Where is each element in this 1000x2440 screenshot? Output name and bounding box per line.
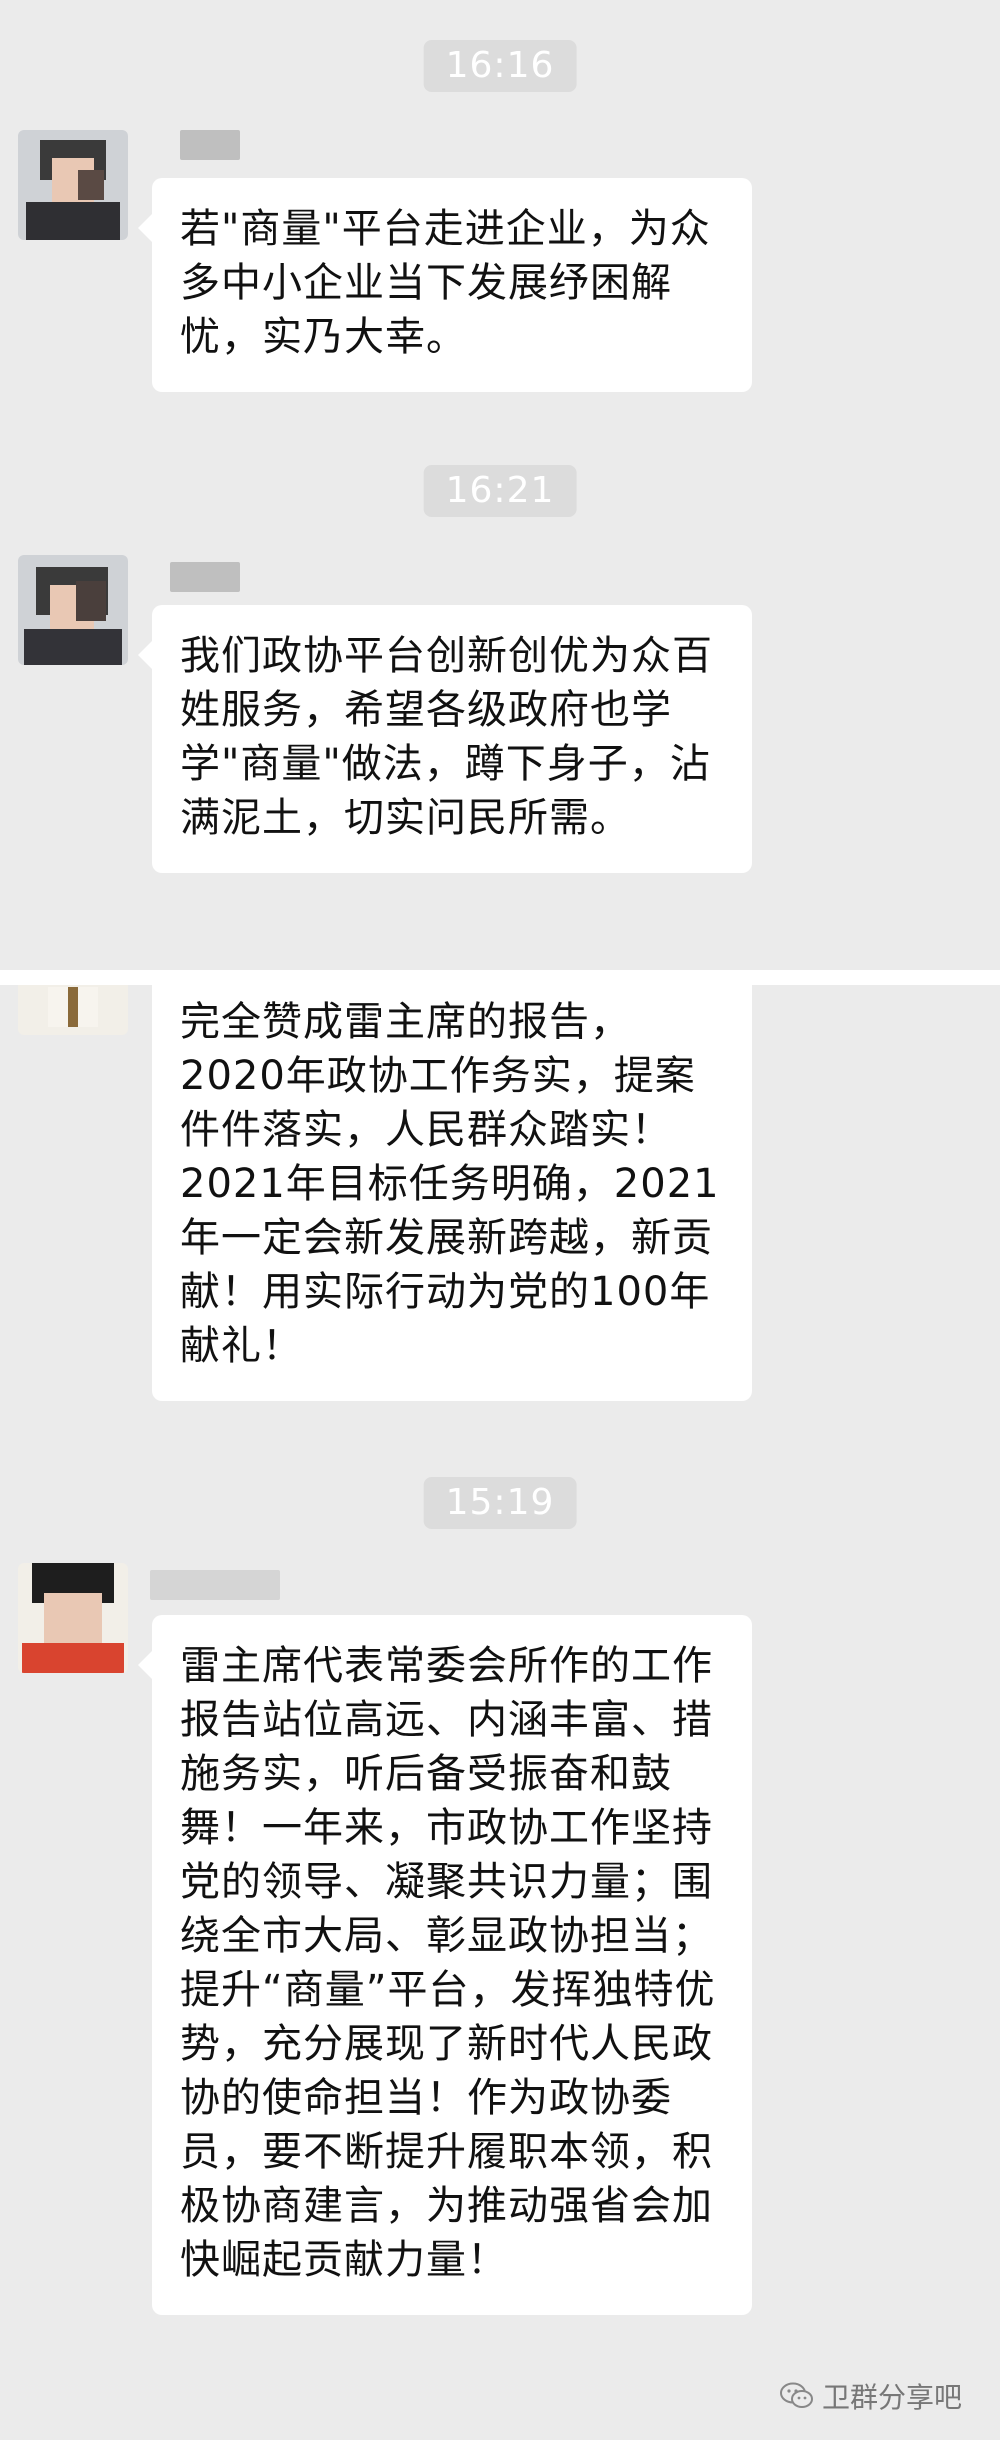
message-timestamp: 15:19: [423, 1477, 577, 1529]
sender-name: [180, 130, 240, 160]
avatar[interactable]: [18, 985, 128, 1035]
message-bubble[interactable]: 若"商量"平台走进企业，为众多中小企业当下发展纾困解忧，实乃大幸。: [138, 178, 752, 392]
sender-name: [150, 1570, 280, 1600]
wechat-icon: [779, 2382, 814, 2410]
avatar[interactable]: [18, 1563, 128, 1673]
message-timestamp: 16:16: [423, 40, 577, 92]
chat-panel-bottom: 完全赞成雷主席的报告，2020年政协工作务实，提案件件落实，人民群众踏实！202…: [0, 985, 1000, 2440]
avatar[interactable]: [18, 130, 128, 240]
watermark: 卫群分享吧: [779, 2376, 962, 2416]
message-bubble[interactable]: 我们政协平台创新创优为众百姓服务，希望各级政府也学学"商量"做法，蹲下身子，沾满…: [138, 605, 752, 873]
avatar[interactable]: [18, 555, 128, 665]
chat-panel-top: 16:16 若"商量"平台走进企业，为众多中小企业当下发展纾困解忧，实乃大幸。 …: [0, 0, 1000, 970]
message-bubble[interactable]: 完全赞成雷主席的报告，2020年政协工作务实，提案件件落实，人民群众踏实！202…: [152, 985, 752, 1401]
watermark-text: 卫群分享吧: [821, 2381, 962, 2414]
sender-name: [170, 562, 240, 592]
message-bubble[interactable]: 雷主席代表常委会所作的工作报告站位高远、内涵丰富、措施务实，听后备受振奋和鼓舞！…: [138, 1615, 752, 2315]
message-timestamp: 16:21: [423, 465, 577, 517]
